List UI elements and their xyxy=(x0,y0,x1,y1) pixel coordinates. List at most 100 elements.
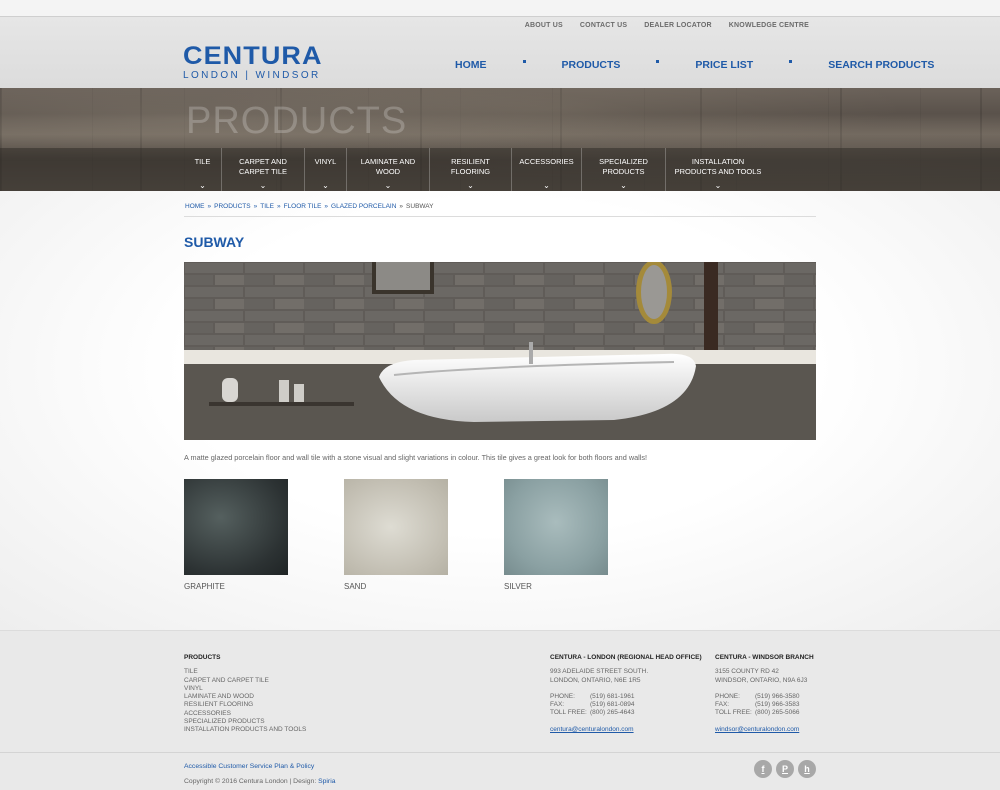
divider xyxy=(184,216,816,217)
logo-wordmark: CENTURA xyxy=(183,42,323,70)
nav-home[interactable]: HOME xyxy=(455,59,487,71)
footer-windsor-branch: CENTURA - WINDSOR BRANCH 3155 COUNTY RD … xyxy=(715,654,814,734)
fax-number: (519) 966-3583 xyxy=(755,701,800,709)
main-content: HOME» PRODUCTS» TILE» FLOOR TILE» GLAZED POR… xyxy=(0,191,1000,630)
breadcrumb-products[interactable]: PRODUCTS xyxy=(214,203,250,210)
divider xyxy=(0,752,1000,753)
copyright-text: Copyright © 2016 Centura London | Design… xyxy=(184,778,319,785)
chevron-down-icon: ⌄ xyxy=(467,181,474,190)
swatch-image[interactable] xyxy=(184,479,288,575)
nav-search-products[interactable]: SEARCH PRODUCTS xyxy=(828,59,934,71)
site-logo[interactable]: CENTURA LONDON | WINDSOR xyxy=(183,44,328,82)
swatch-label: SILVER xyxy=(504,582,532,591)
product-description: A matte glazed porcelain floor and wall … xyxy=(184,453,648,462)
breadcrumb-floor-tile[interactable]: FLOOR TILE xyxy=(284,203,322,210)
fax-number: (519) 681-0894 xyxy=(590,701,635,709)
nav-price-list[interactable]: PRICE LIST xyxy=(695,59,753,71)
chevron-down-icon: ⌄ xyxy=(384,181,392,190)
address-line: 3155 COUNTY RD 42 xyxy=(715,668,779,676)
category-label: INSTALLATION PRODUCTS AND TOOLS xyxy=(674,157,762,176)
toll-free-number: (800) 265-4643 xyxy=(590,709,635,717)
swatch-image[interactable] xyxy=(344,479,448,575)
breadcrumb-current: SUBWAY xyxy=(406,203,434,210)
utility-link-knowledge-centre[interactable]: KNOWLEDGE CENTRE xyxy=(729,22,809,29)
accessibility-policy-link[interactable]: Accessible Customer Service Plan & Polic… xyxy=(184,763,314,770)
nav-products[interactable]: PRODUCTS xyxy=(562,59,621,71)
toll-free-label: TOLL FREE: xyxy=(550,709,587,717)
swatch-label: SAND xyxy=(344,582,367,591)
category-accessories[interactable]: ACCESSORIES ⌄ xyxy=(512,148,582,191)
footer-products: PRODUCTS TILE CARPET AND CARPET TILE VIN… xyxy=(184,654,306,735)
footer-link[interactable]: LAMINATE AND WOOD xyxy=(184,693,306,701)
hero-title: PRODUCTS xyxy=(186,100,408,142)
site-footer: PRODUCTS TILE CARPET AND CARPET TILE VIN… xyxy=(0,630,1000,790)
category-carpet[interactable]: CARPET AND CARPET TILE ⌄ xyxy=(222,148,305,191)
toll-free-label: TOLL FREE: xyxy=(715,709,752,717)
category-label: RESILIENT FLOORING xyxy=(450,157,491,176)
footer-link[interactable]: TILE xyxy=(184,668,306,676)
pinterest-icon[interactable]: P xyxy=(776,760,794,778)
fax-label: FAX: xyxy=(550,701,565,709)
category-specialized[interactable]: SPECIALIZED PRODUCTS ⌄ xyxy=(582,148,666,191)
fax-label: FAX: xyxy=(715,701,730,709)
phone-label: PHONE: xyxy=(715,692,740,700)
category-label: TILE xyxy=(194,157,211,166)
breadcrumb-tile[interactable]: TILE xyxy=(260,203,274,210)
category-label: LAMINATE AND WOOD xyxy=(360,157,416,176)
logo-tagline: LONDON | WINDSOR xyxy=(183,70,321,81)
category-tile[interactable]: TILE ⌄ xyxy=(184,148,222,191)
category-label: VINYL xyxy=(314,157,337,166)
site-header: ABOUT US CONTACT US DEALER LOCATOR KNOWL… xyxy=(0,16,1000,88)
utility-link-about[interactable]: ABOUT US xyxy=(525,22,563,29)
toll-free-number: (800) 265-5066 xyxy=(755,709,800,717)
chevron-down-icon: ⌄ xyxy=(199,181,206,190)
bathroom-illustration xyxy=(184,262,816,440)
swatch-label: GRAPHITE xyxy=(184,582,225,591)
category-label: CARPET AND CARPET TILE xyxy=(238,157,288,176)
address-line: LONDON, ONTARIO, N6E 1R5 xyxy=(550,676,641,684)
product-category-nav: TILE ⌄ CARPET AND CARPET TILE ⌄ VINYL ⌄ … xyxy=(0,148,1000,191)
facebook-icon[interactable]: f xyxy=(754,760,772,778)
chevron-down-icon: ⌄ xyxy=(543,181,550,190)
designer-link[interactable]: Spiria xyxy=(318,778,335,785)
breadcrumb: HOME» PRODUCTS» TILE» FLOOR TILE» GLAZED POR… xyxy=(185,203,434,210)
page-title: SUBWAY xyxy=(184,234,245,250)
houzz-icon[interactable]: h xyxy=(798,760,816,778)
email-link[interactable]: centura@centuralondon.com xyxy=(550,726,634,733)
footer-link[interactable]: RESILIENT FLOORING xyxy=(184,701,306,709)
nav-separator xyxy=(522,59,526,63)
footer-heading: PRODUCTS xyxy=(184,654,221,661)
footer-link[interactable]: ACCESSORIES xyxy=(184,710,306,718)
address-line: 993 ADELAIDE STREET SOUTH. xyxy=(550,668,649,676)
hero-banner: PRODUCTS TILE ⌄ CARPET AND CARPET TILE ⌄… xyxy=(0,88,1000,191)
swatch-sand[interactable]: SAND xyxy=(344,479,448,591)
category-vinyl[interactable]: VINYL ⌄ xyxy=(305,148,347,191)
category-resilient[interactable]: RESILIENT FLOORING ⌄ xyxy=(430,148,512,191)
phone-number: (519) 966-3580 xyxy=(755,692,800,700)
email-link[interactable]: windsor@centuralondon.com xyxy=(715,726,799,733)
chevron-down-icon: ⌄ xyxy=(714,181,722,190)
footer-heading: CENTURA - LONDON (REGIONAL HEAD OFFICE) xyxy=(550,654,702,661)
breadcrumb-home[interactable]: HOME xyxy=(185,203,205,210)
nav-separator xyxy=(656,59,660,63)
swatch-silver[interactable]: SILVER xyxy=(504,479,608,591)
breadcrumb-glazed-porcelain[interactable]: GLAZED PORCELAIN xyxy=(331,203,396,210)
footer-link[interactable]: INSTALLATION PRODUCTS AND TOOLS xyxy=(184,726,306,734)
footer-link[interactable]: CARPET AND CARPET TILE xyxy=(184,677,306,685)
footer-link[interactable]: SPECIALIZED PRODUCTS xyxy=(184,718,306,726)
footer-link[interactable]: VINYL xyxy=(184,685,306,693)
footer-bottom: Accessible Customer Service Plan & Polic… xyxy=(184,759,336,789)
swatch-graphite[interactable]: GRAPHITE xyxy=(184,479,288,591)
phone-label: PHONE: xyxy=(550,692,575,700)
chevron-down-icon: ⌄ xyxy=(259,181,267,190)
main-nav: HOME PRODUCTS PRICE LIST SEARCH PRODUCTS xyxy=(455,59,934,71)
swatch-image[interactable] xyxy=(504,479,608,575)
utility-link-contact[interactable]: CONTACT US xyxy=(580,22,627,29)
category-laminate[interactable]: LAMINATE AND WOOD ⌄ xyxy=(347,148,430,191)
chevron-down-icon: ⌄ xyxy=(620,181,627,190)
category-label: ACCESSORIES xyxy=(519,157,574,166)
footer-heading: CENTURA - WINDSOR BRANCH xyxy=(715,654,814,661)
top-margin xyxy=(0,0,1000,16)
utility-link-dealer-locator[interactable]: DEALER LOCATOR xyxy=(644,22,712,29)
category-installation[interactable]: INSTALLATION PRODUCTS AND TOOLS ⌄ xyxy=(666,148,770,191)
